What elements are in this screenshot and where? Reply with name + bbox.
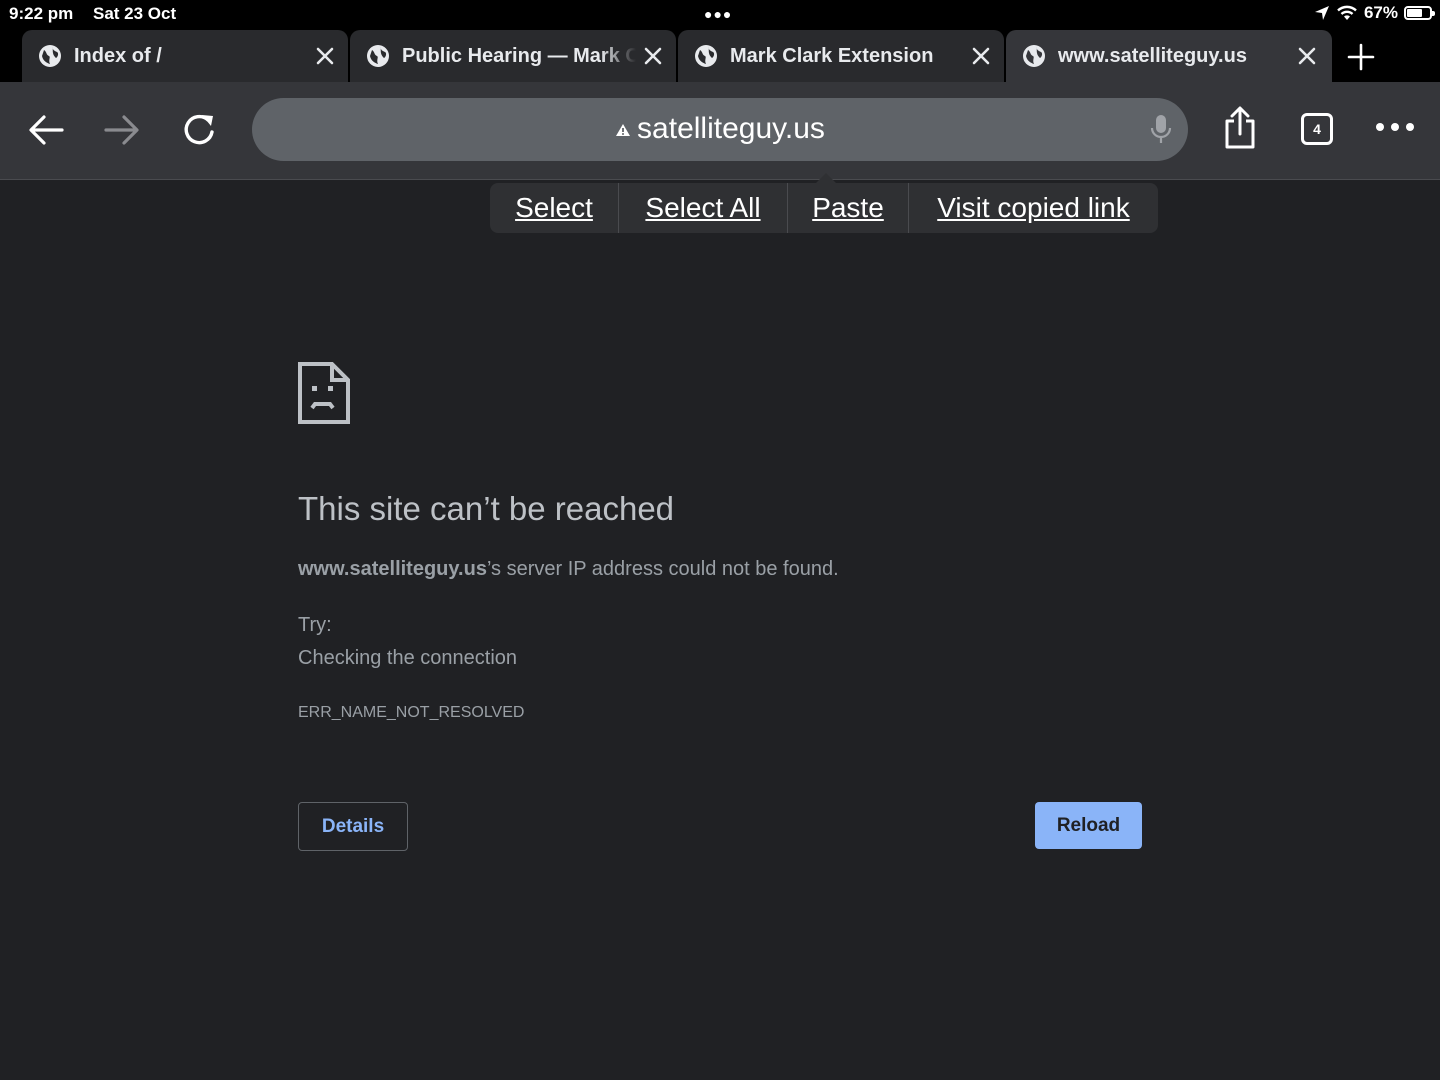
context-menu-select[interactable]: Select (490, 183, 619, 233)
tab-title: www.satelliteguy.us (1058, 45, 1247, 67)
context-menu-caret (816, 173, 836, 183)
microphone-icon[interactable] (1150, 114, 1172, 146)
close-icon[interactable] (970, 45, 992, 67)
wifi-icon (1337, 5, 1357, 20)
suggestion-item: Checking the connection (298, 647, 518, 669)
tab-strip: Index of / Public Hearing — Mark C Mark … (0, 28, 1440, 82)
battery-percentage: 67% (1363, 3, 1398, 22)
tab-switcher-button[interactable]: 4 (1301, 113, 1333, 145)
context-menu-select-all[interactable]: Select All (619, 183, 788, 233)
context-menu-paste[interactable]: Paste (788, 183, 909, 233)
globe-icon (1023, 45, 1045, 67)
details-button[interactable]: Details (298, 802, 408, 851)
error-host: www.satelliteguy.us (298, 558, 487, 580)
reload-icon[interactable] (180, 110, 220, 150)
back-arrow-icon[interactable] (26, 110, 66, 150)
globe-icon (39, 45, 61, 67)
error-description: www.satelliteguy.us’s server IP address … (298, 558, 839, 581)
warning-triangle-icon (616, 124, 631, 137)
multitasking-dots-icon[interactable]: ●●● (704, 6, 732, 22)
status-bar: 9:22 pm Sat 23 Oct ●●● 67% (0, 0, 1440, 28)
status-date: Sat 23 Oct (93, 4, 177, 23)
battery-icon (1404, 6, 1435, 20)
tab-index-of[interactable]: Index of / (22, 30, 348, 82)
browser-toolbar: satelliteguy.us 4 (0, 82, 1440, 180)
close-icon[interactable] (642, 45, 664, 67)
more-options-icon[interactable] (1374, 120, 1418, 134)
globe-icon (367, 45, 389, 67)
sad-page-icon (298, 362, 350, 424)
reload-button[interactable]: Reload (1035, 802, 1142, 849)
close-icon[interactable] (1296, 45, 1318, 67)
status-time: 9:22 pm (9, 4, 74, 23)
address-bar-url: satelliteguy.us (637, 112, 825, 145)
tab-satelliteguy[interactable]: www.satelliteguy.us (1006, 30, 1332, 82)
try-label: Try: (298, 614, 332, 636)
tab-public-hearing[interactable]: Public Hearing — Mark C (350, 30, 676, 82)
tab-mark-clark-extension[interactable]: Mark Clark Extension (678, 30, 1004, 82)
context-menu-visit-copied-link[interactable]: Visit copied link (909, 183, 1158, 233)
battery-fill (1407, 9, 1422, 17)
globe-icon (695, 45, 717, 67)
context-menu: Select Select All Paste Visit copied lin… (490, 183, 1158, 233)
location-icon (1314, 6, 1329, 20)
error-code: ERR_NAME_NOT_RESOLVED (298, 704, 525, 721)
error-title: This site can’t be reached (298, 490, 675, 527)
tab-title: Mark Clark Extension (730, 45, 934, 67)
share-icon[interactable] (1222, 106, 1258, 150)
tab-title: Index of / (74, 45, 162, 67)
error-description-suffix: ’s server IP address could not be found. (486, 558, 839, 580)
forward-arrow-icon[interactable] (102, 110, 142, 150)
tab-title: Public Hearing — Mark C (402, 45, 636, 67)
new-tab-plus-icon[interactable] (1346, 42, 1376, 72)
close-icon[interactable] (314, 45, 336, 67)
address-bar[interactable]: satelliteguy.us (252, 98, 1188, 161)
status-indicators: 67% (1314, 3, 1435, 23)
